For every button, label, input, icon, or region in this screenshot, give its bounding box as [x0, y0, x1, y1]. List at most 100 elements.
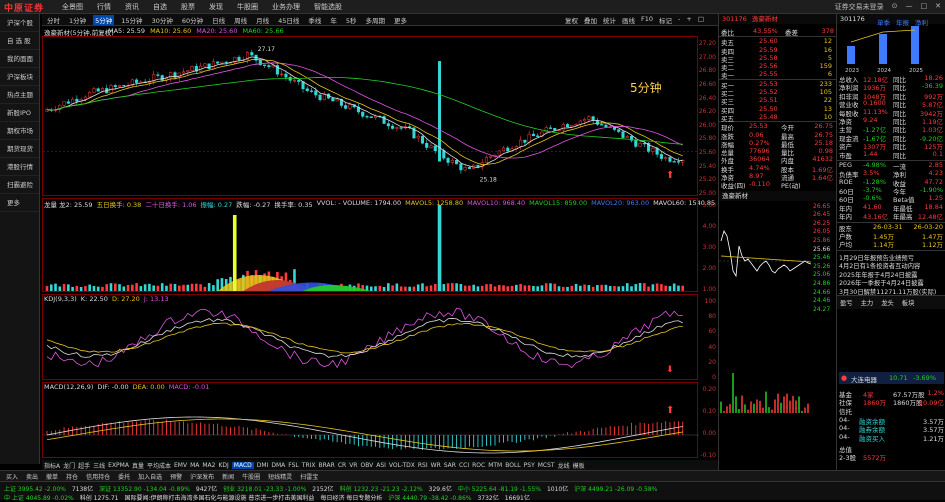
- order-row[interactable]: 卖一 25.55 6: [719, 70, 836, 80]
- toolbar-button[interactable]: 信用持仓: [86, 472, 110, 481]
- indicator-tab[interactable]: RSI: [418, 462, 428, 469]
- sector-row[interactable]: ● 大连电器 10.71 -3.69%: [839, 372, 944, 384]
- indicator-tab[interactable]: CCI: [459, 462, 469, 469]
- indicator-tab[interactable]: ASI: [376, 462, 386, 469]
- toolbar-button[interactable]: 短线精灵: [268, 472, 292, 481]
- tool-button[interactable]: 画线: [622, 15, 635, 25]
- indicator-tab[interactable]: MA: [190, 462, 199, 469]
- indicator-tab[interactable]: OBV: [360, 462, 373, 469]
- toolbar-button[interactable]: 牛股圈: [242, 472, 260, 481]
- indicator-tab[interactable]: BOLL: [505, 462, 520, 469]
- nav-item[interactable]: 更多: [0, 194, 39, 212]
- order-row[interactable]: 卖四 25.59 16: [719, 46, 836, 56]
- indicator-tab[interactable]: KDJ: [218, 462, 228, 469]
- indicator-tab[interactable]: 指标A: [44, 461, 60, 470]
- tool-button[interactable]: F10: [641, 15, 653, 25]
- news-tab[interactable]: 主力: [861, 298, 874, 307]
- nav-item[interactable]: 新股IPO: [0, 104, 39, 122]
- order-row[interactable]: 买四 25.50 13: [719, 105, 836, 115]
- period-tab[interactable]: 分时: [45, 15, 62, 25]
- news-item[interactable]: 2025年年报于4月24日披露: [839, 270, 943, 279]
- menu-item[interactable]: 自选: [153, 2, 167, 12]
- macd-panel[interactable]: ⬆: [42, 382, 699, 458]
- period-tab[interactable]: 日线: [210, 15, 227, 25]
- news-item[interactable]: 1月29日年报预告业绩预亏: [839, 253, 943, 262]
- tool-button[interactable]: -: [678, 15, 680, 25]
- indicator-tab[interactable]: TRIX: [302, 462, 316, 469]
- indicator-tab[interactable]: EXPMA: [108, 462, 129, 469]
- volume-panel[interactable]: [42, 198, 698, 292]
- nav-item[interactable]: 期货现货: [0, 140, 39, 158]
- indicator-tab[interactable]: 模板: [573, 461, 585, 470]
- menu-item[interactable]: 资讯: [125, 2, 139, 12]
- toolbar-button[interactable]: 沪深发布: [190, 472, 214, 481]
- kdj-panel[interactable]: ⬇: [42, 294, 698, 380]
- indicator-tab[interactable]: CR: [338, 462, 346, 469]
- toolbar-button[interactable]: 委托: [118, 472, 130, 481]
- indicator-tab[interactable]: WR: [431, 462, 441, 469]
- period-tab[interactable]: 5秒: [344, 15, 359, 25]
- menu-item[interactable]: 业务办理: [272, 2, 300, 12]
- indicator-tab[interactable]: PSY: [524, 462, 535, 469]
- nav-item[interactable]: 扫霸避险: [0, 176, 39, 194]
- news-tab[interactable]: 龙头: [881, 298, 894, 307]
- nav-item[interactable]: 期权市场: [0, 122, 39, 140]
- indicator-tab[interactable]: MA2: [202, 462, 215, 469]
- nav-item[interactable]: 港股行情: [0, 158, 39, 176]
- toolbar-button[interactable]: 撤单: [46, 472, 58, 481]
- nav-item[interactable]: 沪深板块: [0, 68, 39, 86]
- toolbar-button[interactable]: 预警: [170, 472, 182, 481]
- tool-button[interactable]: +: [686, 15, 691, 25]
- toolbar-button[interactable]: 扫雷宝: [300, 472, 318, 481]
- close-icon[interactable]: ✕: [935, 2, 941, 12]
- period-tab[interactable]: 45日线: [276, 15, 301, 25]
- news-item[interactable]: 4月2日有1条投资者互动内容: [839, 261, 943, 270]
- intraday-chart-area[interactable]: 26.65 26.45 26.25 26.05 25.86 25.66 25.46 25.26…: [719, 201, 836, 415]
- news-tab[interactable]: 板块: [902, 298, 915, 307]
- period-tab[interactable]: 15分钟: [119, 15, 144, 25]
- news-item[interactable]: 3月30日解禁11271.11万股(实际): [839, 287, 943, 296]
- tool-button[interactable]: 复权: [565, 15, 578, 25]
- indicator-tab[interactable]: MACD: [231, 461, 254, 469]
- order-row[interactable]: 买三 25.51 22: [719, 96, 836, 106]
- menu-item[interactable]: 全景图: [62, 2, 83, 12]
- indicator-tab[interactable]: DMA: [271, 462, 285, 469]
- indicator-tab[interactable]: VR: [349, 462, 357, 469]
- indicator-tab[interactable]: 龙线: [558, 461, 570, 470]
- nav-item[interactable]: 我的面面: [0, 50, 39, 68]
- minimize-icon[interactable]: —: [906, 2, 913, 12]
- menu-item[interactable]: 智能选股: [314, 2, 342, 12]
- period-tab[interactable]: 周线: [232, 15, 249, 25]
- order-row[interactable]: 卖五 25.60 12: [719, 37, 836, 47]
- indicator-tab[interactable]: MTM: [488, 462, 502, 469]
- indicator-tab[interactable]: EMV: [174, 462, 187, 469]
- order-row[interactable]: 卖三 25.58 5: [719, 54, 836, 64]
- toolbar-button[interactable]: 持仓: [66, 472, 78, 481]
- price-chart-panel[interactable]: 27.17 25.18 5分钟 ⬆: [42, 36, 699, 196]
- indicator-tab[interactable]: VOL-TDX: [389, 462, 415, 469]
- indicator-tab[interactable]: 真量: [132, 461, 144, 470]
- indicator-tab[interactable]: 龙门: [63, 461, 75, 470]
- indicator-tab[interactable]: ROC: [472, 462, 485, 469]
- maximize-icon[interactable]: □: [921, 2, 928, 12]
- order-row[interactable]: 买五 25.48 10: [719, 113, 836, 123]
- indicator-tab[interactable]: DMI: [257, 462, 269, 469]
- nav-item[interactable]: 沪深个股: [0, 14, 39, 32]
- tool-button[interactable]: 叠加: [584, 15, 597, 25]
- toolbar-button[interactable]: 新闻: [222, 472, 234, 481]
- indicator-tab[interactable]: 三线: [93, 461, 105, 470]
- trade-login-button[interactable]: 证券交易未登录: [835, 2, 884, 12]
- nav-item[interactable]: 热点主题: [0, 86, 39, 104]
- toolbar-button[interactable]: 买入: [6, 472, 18, 481]
- menu-item[interactable]: 发现: [209, 2, 223, 12]
- toolbar-button[interactable]: 加入自选: [138, 472, 162, 481]
- tool-button[interactable]: □: [698, 15, 704, 25]
- order-row[interactable]: 买一 25.53 233: [719, 80, 836, 90]
- news-item[interactable]: 2026年一季报于4月24日披露: [839, 278, 943, 287]
- toolbar-button[interactable]: 卖出: [26, 472, 38, 481]
- news-tab[interactable]: 盈亏: [840, 298, 853, 307]
- period-tab[interactable]: 季线: [306, 15, 323, 25]
- menu-item[interactable]: 股票: [181, 2, 195, 12]
- period-tab[interactable]: 更多: [392, 15, 409, 25]
- order-row[interactable]: 卖二 25.56 159: [719, 62, 836, 72]
